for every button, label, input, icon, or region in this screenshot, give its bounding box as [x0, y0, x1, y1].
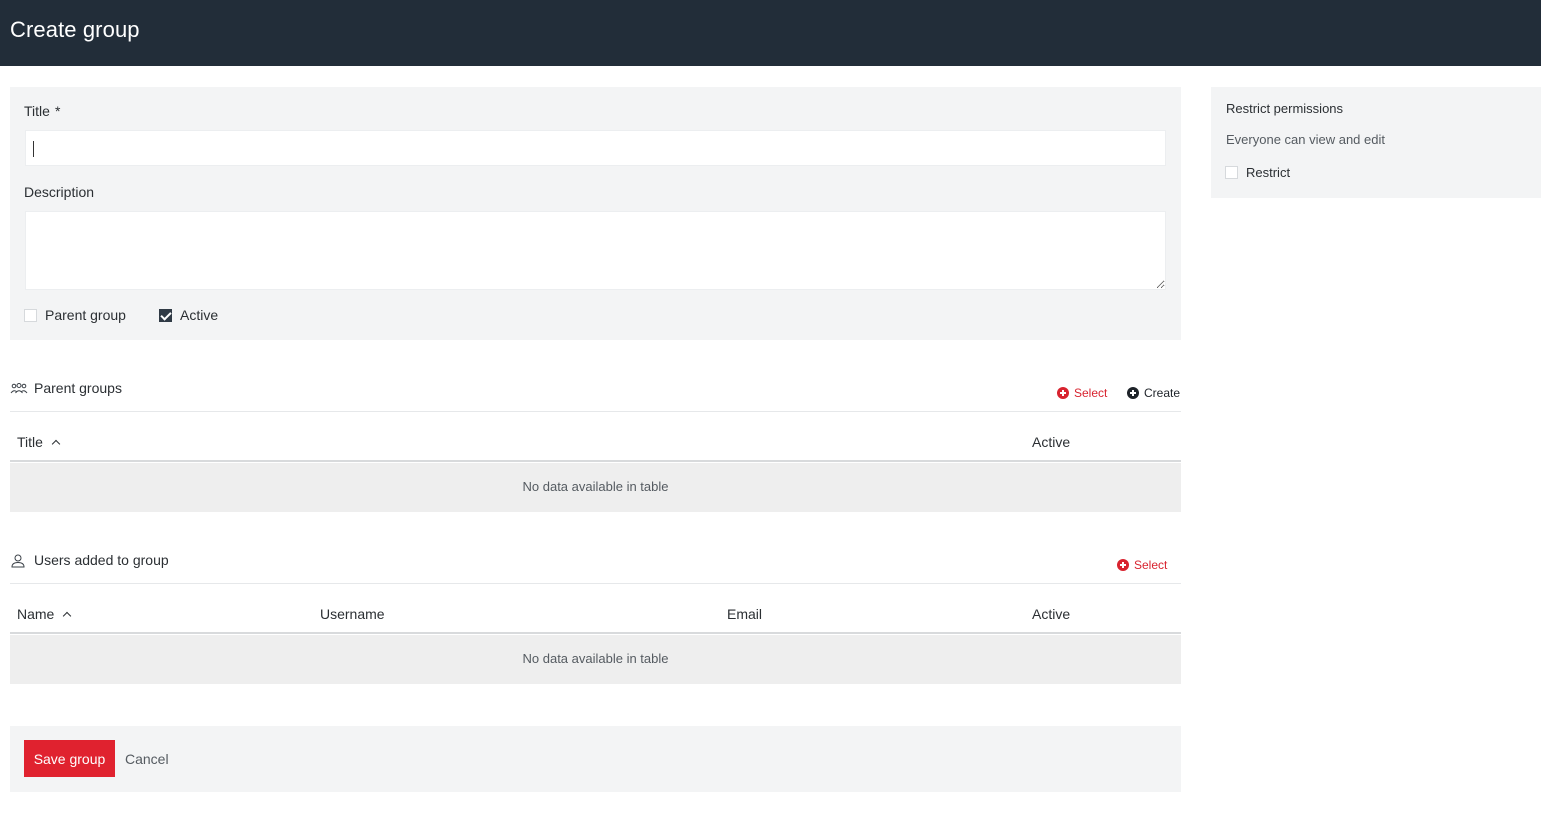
plus-circle-icon — [1127, 387, 1139, 399]
users-table-header: Name Username Email Active — [10, 598, 1181, 634]
column-header-name-label: Name — [17, 606, 55, 622]
parent-groups-empty-row: No data available in table — [10, 463, 1181, 512]
column-header-active-label: Active — [1032, 606, 1071, 622]
parent-groups-create-button[interactable]: Create — [1127, 386, 1180, 400]
permissions-panel: Restrict permissions Everyone can view a… — [1211, 87, 1541, 198]
sort-ascending-icon — [51, 439, 61, 448]
parent-group-checkbox-row[interactable]: Parent group — [24, 307, 126, 323]
active-checkbox-row[interactable]: Active — [159, 307, 218, 323]
parent-groups-create-label: Create — [1144, 386, 1181, 400]
restrict-label: Restrict — [1246, 165, 1291, 180]
column-header-title-label: Title — [17, 434, 43, 450]
title-label: Title * — [24, 103, 60, 119]
column-header-email[interactable]: Email — [727, 606, 762, 622]
required-mark: * — [54, 103, 61, 119]
users-header: Users added to group Select — [10, 544, 1181, 584]
column-header-title[interactable]: Title — [17, 434, 61, 450]
users-empty-row: No data available in table — [10, 635, 1181, 684]
parent-groups-select-button[interactable]: Select — [1057, 386, 1107, 400]
parent-group-label: Parent group — [45, 307, 126, 323]
users-title: Users added to group — [34, 552, 169, 568]
users-group-icon — [10, 383, 28, 394]
plus-circle-icon — [1117, 559, 1129, 571]
users-select-button[interactable]: Select — [1117, 558, 1167, 572]
permissions-subtitle: Everyone can view and edit — [1226, 132, 1385, 147]
group-form-panel: Title * Description Parent group Active — [10, 87, 1181, 340]
permissions-title: Restrict permissions — [1226, 101, 1344, 116]
restrict-checkbox-row[interactable]: Restrict — [1225, 165, 1290, 180]
title-input[interactable] — [25, 130, 1166, 166]
top-bar: Create group — [0, 0, 1541, 66]
column-header-active[interactable]: Active — [1032, 434, 1070, 450]
restrict-checkbox[interactable] — [1225, 166, 1238, 179]
text-cursor — [33, 141, 34, 157]
description-label: Description — [24, 184, 95, 200]
column-header-name[interactable]: Name — [17, 606, 72, 622]
active-label: Active — [180, 307, 219, 323]
title-label-text: Title — [24, 103, 50, 119]
page-title: Create group — [10, 17, 140, 42]
column-header-username[interactable]: Username — [320, 606, 385, 622]
active-checkbox[interactable] — [159, 308, 172, 322]
users-select-label: Select — [1134, 558, 1168, 572]
cancel-link[interactable]: Cancel — [125, 751, 169, 767]
user-icon — [11, 554, 25, 568]
parent-groups-header: Parent groups Select Create — [10, 372, 1181, 412]
save-group-button[interactable]: Save group — [24, 740, 115, 777]
parent-groups-title: Parent groups — [34, 380, 122, 396]
parent-groups-table-header: Title Active — [10, 426, 1181, 462]
empty-table-message: No data available in table — [522, 651, 669, 666]
parent-group-checkbox[interactable] — [24, 308, 37, 322]
column-header-active[interactable]: Active — [1032, 606, 1070, 622]
plus-circle-icon — [1057, 387, 1069, 399]
sort-ascending-icon — [63, 611, 72, 620]
column-header-email-label: Email — [727, 606, 763, 622]
form-actions-bar: Save group Cancel — [10, 726, 1181, 792]
column-header-username-label: Username — [320, 606, 385, 622]
column-header-active-label: Active — [1032, 434, 1071, 450]
description-textarea[interactable] — [25, 211, 1166, 290]
parent-groups-select-label: Select — [1074, 386, 1108, 400]
empty-table-message: No data available in table — [522, 479, 669, 494]
